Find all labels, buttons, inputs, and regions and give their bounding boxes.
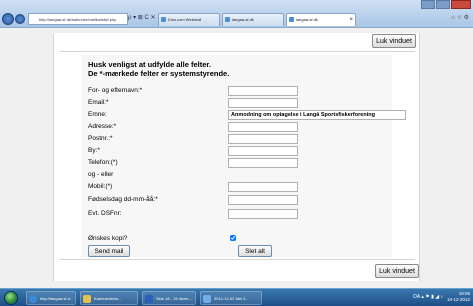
system-tray-icons[interactable]: DA ▴ ⚑ ▮ ◢ ♪ bbox=[413, 294, 443, 300]
copy-label: Ønskes kopi? bbox=[88, 235, 128, 242]
postal-field[interactable] bbox=[228, 134, 298, 144]
city-label: By:* bbox=[88, 147, 100, 154]
dsf-field[interactable] bbox=[228, 209, 298, 219]
tab-webmail[interactable]: Dins.com Webmail bbox=[158, 13, 220, 26]
divider-top bbox=[60, 51, 415, 52]
forward-button[interactable] bbox=[15, 14, 25, 24]
taskbar: http://langaa-sf.d... Kalenderbeta... Si… bbox=[0, 288, 473, 306]
phone-field[interactable] bbox=[228, 158, 298, 168]
close-window-x-button[interactable] bbox=[451, 0, 471, 9]
taskbar-item-kalender[interactable]: Kalenderbeta... bbox=[80, 291, 138, 305]
email-label: Email:* bbox=[88, 99, 109, 106]
intro-line-1: Husk venligst at udfylde alle felter. bbox=[88, 60, 211, 69]
copy-checkbox[interactable] bbox=[230, 235, 236, 241]
clock[interactable]: 19:05 10-12-2012 bbox=[447, 291, 470, 303]
dsf-label: Evt. DSFnr: bbox=[88, 210, 122, 217]
start-button[interactable] bbox=[4, 291, 18, 305]
phone-label: Telefon:(*) bbox=[88, 159, 118, 166]
name-field[interactable] bbox=[228, 86, 298, 96]
tab-langaa-1[interactable]: langaa-sf.dk bbox=[222, 13, 284, 26]
clock-date: 10-12-2012 bbox=[446, 297, 470, 302]
browser-chrome: http://langaa-sf.dk/kalender/mailkontakt… bbox=[0, 0, 473, 28]
tab-label: Dins.com Webmail bbox=[168, 17, 202, 22]
maximize-button[interactable] bbox=[436, 0, 450, 9]
back-button[interactable] bbox=[2, 13, 14, 25]
address-tools[interactable]: ρ ▾ ⊠ C ✕ bbox=[128, 14, 155, 21]
subject-label: Emne: bbox=[88, 111, 107, 118]
subject-field[interactable] bbox=[228, 110, 406, 120]
tab-close-icon[interactable]: × bbox=[349, 14, 353, 26]
close-window-button-top[interactable]: Luk vinduet bbox=[372, 34, 416, 48]
toolbar-icons[interactable]: ⌂ ☆ ⚙ bbox=[451, 14, 469, 21]
taskbar-item-label: Side 18 - 15 dkum... bbox=[156, 296, 192, 301]
mobile-label: Mobil:(*) bbox=[88, 183, 113, 190]
taskbar-item-label: Kalenderbeta... bbox=[94, 296, 122, 301]
navigation-row: http://langaa-sf.dk/kalender/mailkontakt… bbox=[0, 13, 473, 28]
window-controls bbox=[420, 0, 471, 10]
tab-langaa-active[interactable]: langaa-sf.dk × bbox=[286, 13, 356, 26]
taskbar-item-document[interactable]: Side 18 - 15 dkum... bbox=[142, 291, 196, 305]
address-bar[interactable]: http://langaa-sf.dk/kalender/mailkontakt… bbox=[28, 13, 128, 25]
city-field[interactable] bbox=[228, 146, 298, 156]
address-label: Adresse:* bbox=[88, 123, 117, 130]
name-label: For- og efternavn:* bbox=[88, 87, 143, 94]
birthday-field[interactable] bbox=[228, 195, 298, 205]
contact-form-page: Luk vinduet Husk venligst at udfylde all… bbox=[53, 33, 420, 281]
intro-line-2: De *-mærkede felter er systemstyrende. bbox=[88, 69, 230, 78]
taskbar-item-label: http://langaa-sf.d... bbox=[40, 296, 74, 301]
clear-all-button[interactable]: Slet alt bbox=[238, 245, 272, 257]
tab-label: langaa-sf.dk bbox=[232, 17, 254, 22]
email-field[interactable] bbox=[228, 98, 298, 108]
postal-label: Postnr.:* bbox=[88, 135, 113, 142]
mobile-field[interactable] bbox=[228, 182, 298, 192]
tab-label: langaa-sf.dk bbox=[296, 17, 318, 22]
or-label: og - eller bbox=[88, 171, 114, 178]
birthday-label: Fødselsdag dd-mm-åå:* bbox=[88, 196, 158, 203]
taskbar-item-label: 2012-12-02 Mei 3... bbox=[214, 296, 249, 301]
send-mail-button[interactable]: Send mail bbox=[88, 245, 130, 257]
taskbar-item-browser[interactable]: http://langaa-sf.d... bbox=[26, 291, 76, 305]
taskbar-item-mail[interactable]: 2012-12-02 Mei 3... bbox=[200, 291, 262, 305]
close-window-button-bottom[interactable]: Luk vinduet bbox=[375, 264, 419, 278]
contact-form: Husk venligst at udfylde alle felter. De… bbox=[82, 55, 406, 257]
address-field[interactable] bbox=[228, 122, 298, 132]
divider-bottom bbox=[60, 259, 415, 260]
minimize-button[interactable] bbox=[421, 0, 435, 9]
